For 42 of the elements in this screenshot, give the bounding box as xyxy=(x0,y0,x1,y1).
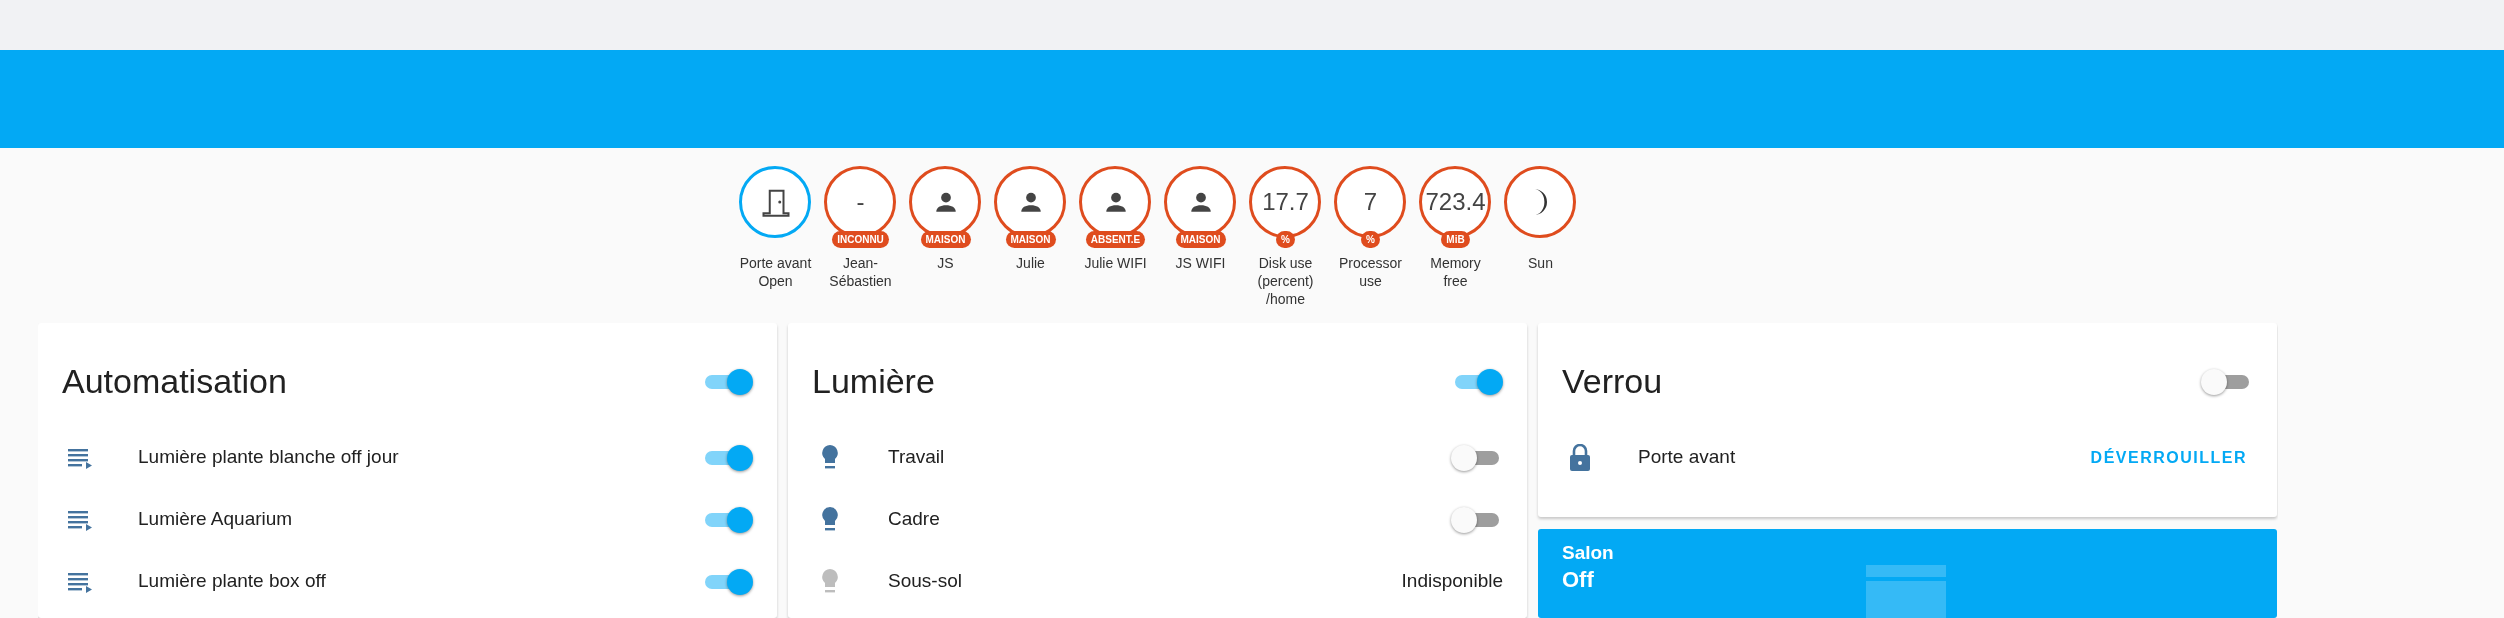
entity-name: Lumière plante blanche off jour xyxy=(138,445,400,470)
badge-value: 17.7 xyxy=(1262,187,1309,217)
badge-label: JS WIFI xyxy=(1175,254,1226,273)
badge-value: 723.4 xyxy=(1425,187,1486,217)
entity-name: Cadre xyxy=(888,507,941,532)
badge-unit: MiB xyxy=(1441,231,1470,248)
badge-label: Memory free xyxy=(1429,254,1482,291)
badge-label: Julie xyxy=(1016,254,1045,273)
entity-name: Travail xyxy=(888,445,946,470)
badge-unit: MAISON xyxy=(1175,231,1226,248)
entity-name: Sous-sol xyxy=(888,569,963,594)
entity-state: Indisponible xyxy=(1401,569,1503,594)
badge-unit: INCONNU xyxy=(832,231,889,248)
entity-name: Lumière plante box off xyxy=(138,569,327,594)
door-icon xyxy=(760,187,791,217)
badge-unit: ABSENT.E xyxy=(1085,231,1146,248)
badge-label: Sun xyxy=(1528,254,1553,273)
script-list-icon xyxy=(66,508,94,531)
badge-value: 7 xyxy=(1363,187,1378,217)
badge-label: Porte avant Open xyxy=(739,254,812,291)
badge-label: Julie WIFI xyxy=(1084,254,1147,273)
card-title: Lumière xyxy=(812,361,935,403)
unlock-button[interactable]: DÉVERROUILLER xyxy=(2084,444,2253,471)
badge-label: Disk use (percent) /home xyxy=(1256,254,1315,309)
lock-icon xyxy=(1569,443,1591,472)
badge-label: Jean-Sébastien xyxy=(828,254,893,291)
scene-title: Salon xyxy=(1562,540,1614,565)
badge-unit: MAISON xyxy=(920,231,971,248)
scene-card[interactable]: Salon Off xyxy=(1538,528,2277,618)
card-title: Automatisation xyxy=(62,361,287,403)
badge-label: JS xyxy=(937,254,954,273)
badge-unit: MAISON xyxy=(1005,231,1056,248)
script-list-icon xyxy=(66,570,94,593)
entity-name: Lumière Aquarium xyxy=(138,507,294,532)
badge-value: - xyxy=(856,187,865,217)
scene-state: Off xyxy=(1562,567,1594,593)
badge-unit: % xyxy=(1361,231,1380,248)
badge-label: Processor use xyxy=(1338,254,1403,291)
entity-name: Porte avant xyxy=(1638,445,1737,470)
card-title: Verrou xyxy=(1562,361,1663,403)
badge-unit: % xyxy=(1276,231,1295,248)
script-list-icon xyxy=(66,446,94,469)
